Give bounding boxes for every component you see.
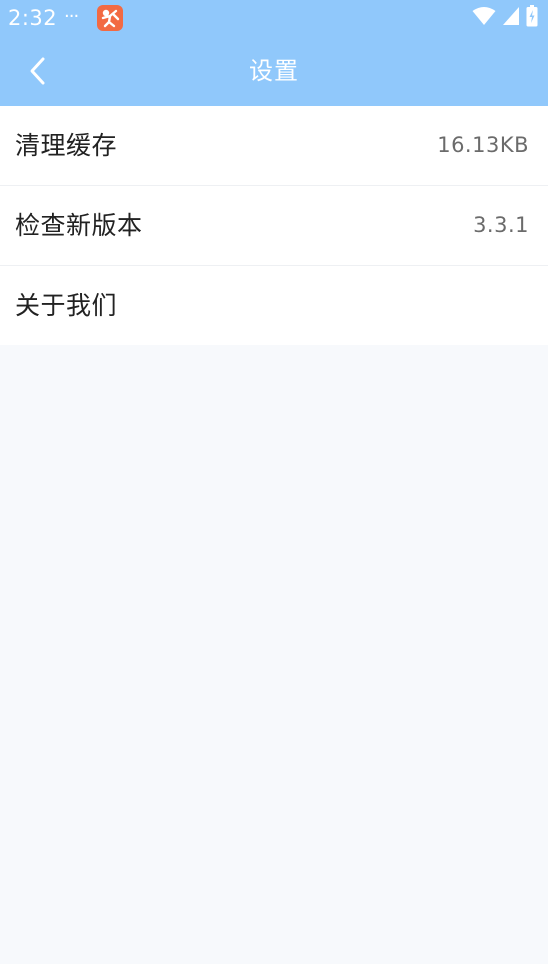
- wifi-icon: [472, 6, 496, 30]
- settings-list: 清理缓存 16.13KB 检查新版本 3.3.1 关于我们: [0, 106, 548, 345]
- status-time: 2:32: [8, 6, 58, 30]
- version-value: 3.3.1: [473, 213, 529, 237]
- more-notifications-icon: ···: [64, 6, 79, 27]
- settings-item-label: 清理缓存: [15, 131, 118, 160]
- status-bar: 2:32 ···: [0, 0, 548, 36]
- header: 2:32 ··· 设置: [0, 0, 548, 106]
- status-icons: [472, 5, 538, 31]
- settings-item-clear-cache[interactable]: 清理缓存 16.13KB: [0, 106, 548, 186]
- settings-item-check-update[interactable]: 检查新版本 3.3.1: [0, 186, 548, 266]
- settings-item-label: 检查新版本: [15, 211, 143, 240]
- settings-item-label: 关于我们: [15, 291, 118, 320]
- title-bar: 设置: [0, 36, 548, 106]
- cache-size-value: 16.13KB: [437, 133, 529, 157]
- app-notification-icon: [97, 5, 123, 31]
- battery-charging-icon: [526, 5, 538, 31]
- settings-item-about-us[interactable]: 关于我们: [0, 266, 548, 345]
- page-title: 设置: [249, 57, 299, 85]
- signal-icon: [502, 6, 520, 30]
